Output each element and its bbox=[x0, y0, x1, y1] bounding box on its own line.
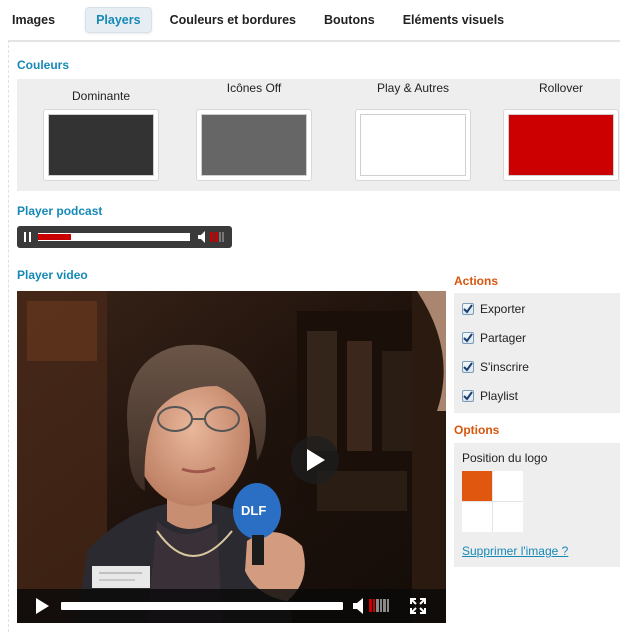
podcast-progress-fill bbox=[38, 234, 72, 240]
swatch-label-icones-off: Icônes Off bbox=[226, 81, 282, 95]
swatch-label-play-autres: Play & Autres bbox=[376, 81, 450, 95]
checkbox-playlist[interactable] bbox=[462, 390, 474, 402]
swatch-group-icones-off: Icônes Off bbox=[194, 79, 314, 181]
volume-bar[interactable] bbox=[372, 599, 375, 612]
action-playlist[interactable]: Playlist bbox=[462, 387, 518, 405]
fullscreen-icon[interactable] bbox=[409, 597, 427, 615]
volume-bar[interactable] bbox=[379, 599, 382, 612]
video-thumbnail: DLF bbox=[17, 291, 446, 623]
remove-image-link[interactable]: Supprimer l'image ? bbox=[462, 544, 568, 558]
logo-position-grid bbox=[462, 471, 523, 532]
play-icon[interactable] bbox=[34, 597, 50, 615]
volume-bar[interactable] bbox=[210, 232, 212, 242]
video-progress-track[interactable] bbox=[61, 602, 343, 610]
video-control-bar bbox=[17, 589, 446, 623]
logo-position-bottom-right[interactable] bbox=[493, 502, 523, 532]
logo-position-label: Position du logo bbox=[462, 451, 548, 465]
checkmark-icon bbox=[463, 304, 473, 314]
swatch-play-autres[interactable] bbox=[360, 114, 466, 176]
checkbox-exporter[interactable] bbox=[462, 303, 474, 315]
podcast-player bbox=[17, 226, 232, 248]
swatch-group-play-autres: Play & Autres bbox=[353, 79, 473, 181]
checkmark-icon bbox=[463, 333, 473, 343]
colors-section-title: Couleurs bbox=[17, 58, 70, 72]
checkmark-icon bbox=[463, 362, 473, 372]
actions-section-title: Actions bbox=[454, 274, 499, 288]
volume-icon[interactable] bbox=[353, 598, 367, 614]
action-partager[interactable]: Partager bbox=[462, 329, 526, 347]
tab-bar: Images Players Couleurs et bordures Bout… bbox=[0, 0, 620, 40]
swatch-frame-play-autres[interactable] bbox=[355, 109, 471, 181]
swatch-frame-rollover[interactable] bbox=[503, 109, 619, 181]
volume-bar[interactable] bbox=[219, 232, 221, 242]
play-icon bbox=[307, 449, 325, 471]
tab-boutons[interactable]: Boutons bbox=[314, 7, 385, 33]
swatch-frame-dominante[interactable] bbox=[43, 109, 159, 181]
options-section-title: Options bbox=[454, 423, 500, 437]
checkmark-icon bbox=[463, 391, 473, 401]
pause-icon[interactable] bbox=[24, 232, 31, 242]
action-label-partager: Partager bbox=[480, 331, 527, 345]
tab-couleurs-et-bordures[interactable]: Couleurs et bordures bbox=[160, 7, 306, 33]
logo-position-top-right[interactable] bbox=[493, 471, 523, 501]
volume-bar[interactable] bbox=[216, 232, 218, 242]
action-label-sinscrire: S'inscrire bbox=[480, 360, 529, 374]
action-label-playlist: Playlist bbox=[480, 389, 519, 403]
tab-players[interactable]: Players bbox=[85, 7, 152, 33]
volume-bar[interactable] bbox=[369, 599, 372, 612]
volume-bar[interactable] bbox=[383, 599, 386, 612]
volume-bar[interactable] bbox=[376, 599, 379, 612]
swatch-group-dominante: Dominante bbox=[41, 87, 161, 181]
colors-box: Dominante Icônes Off Play & Autres Rollo… bbox=[17, 79, 620, 191]
volume-icon[interactable] bbox=[198, 231, 208, 243]
mic-logo-text: DLF bbox=[241, 503, 266, 518]
video-section-title: Player video bbox=[17, 268, 88, 282]
swatch-icones-off[interactable] bbox=[201, 114, 307, 176]
play-button-overlay[interactable] bbox=[291, 436, 339, 484]
volume-bar[interactable] bbox=[213, 232, 215, 242]
podcast-volume-bars[interactable] bbox=[210, 232, 224, 242]
action-exporter[interactable]: Exporter bbox=[462, 300, 525, 318]
swatch-label-dominante: Dominante bbox=[71, 89, 131, 103]
logo-position-top-left[interactable] bbox=[462, 471, 492, 501]
podcast-section-title: Player podcast bbox=[17, 204, 103, 218]
checkbox-partager[interactable] bbox=[462, 332, 474, 344]
podcast-progress-track[interactable] bbox=[38, 233, 190, 241]
swatch-frame-icones-off[interactable] bbox=[196, 109, 312, 181]
options-box: Position du logo Supprimer l'image ? bbox=[454, 443, 620, 567]
action-label-exporter: Exporter bbox=[480, 302, 526, 316]
swatch-rollover[interactable] bbox=[508, 114, 614, 176]
action-sinscrire[interactable]: S'inscrire bbox=[462, 358, 529, 376]
checkbox-sinscrire[interactable] bbox=[462, 361, 474, 373]
volume-bar[interactable] bbox=[386, 599, 389, 612]
actions-box: Exporter Partager S'inscrire Playlist bbox=[454, 293, 620, 413]
swatch-dominante[interactable] bbox=[48, 114, 154, 176]
tab-elements-visuels[interactable]: Eléments visuels bbox=[393, 7, 514, 33]
volume-bar[interactable] bbox=[222, 232, 224, 242]
swatch-label-rollover: Rollover bbox=[538, 81, 583, 95]
swatch-group-rollover: Rollover bbox=[501, 79, 620, 181]
tab-images[interactable]: Images bbox=[2, 7, 65, 33]
video-volume-bars[interactable] bbox=[369, 599, 389, 612]
logo-position-bottom-left[interactable] bbox=[462, 502, 492, 532]
video-player[interactable]: DLF bbox=[17, 291, 446, 623]
